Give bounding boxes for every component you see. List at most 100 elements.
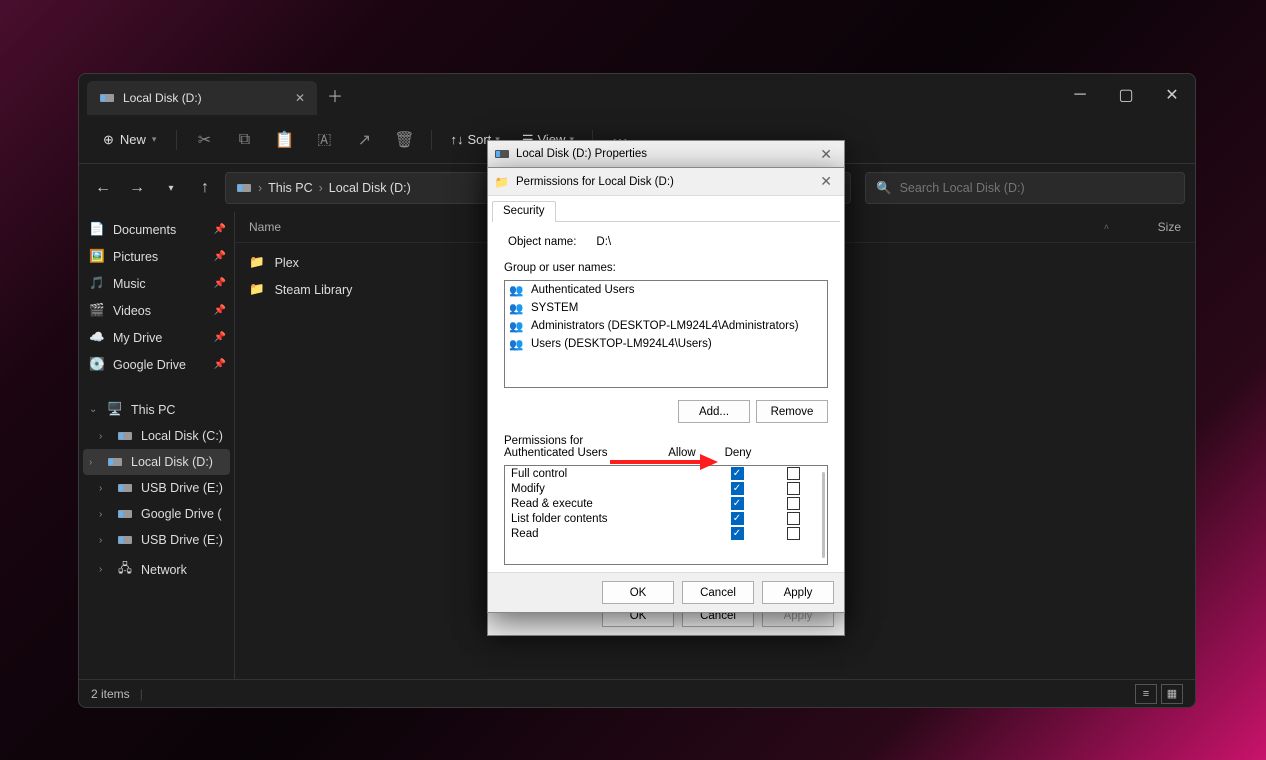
pin-icon: 📌 xyxy=(214,359,226,370)
tab-strip: Security xyxy=(488,196,844,221)
rename-button[interactable]: 🇦 xyxy=(307,124,341,156)
sidebar-item-googledrive[interactable]: 💽Google Drive📌 xyxy=(79,351,234,378)
status-text: 2 items xyxy=(91,687,130,701)
plus-circle-icon: ⊕ xyxy=(103,132,114,148)
tab-security[interactable]: Security xyxy=(492,201,556,222)
sidebar-item-thispc[interactable]: ⌄🖥️This PC xyxy=(79,396,234,423)
sort-asc-icon: ˄ xyxy=(1104,222,1109,232)
breadcrumb-drive[interactable]: Local Disk (D:) xyxy=(329,181,411,195)
permissions-title: Permissions for Local Disk (D:) xyxy=(516,176,674,188)
chevron-right-icon[interactable]: › xyxy=(99,535,109,546)
group-user-list[interactable]: 👥Authenticated Users 👥SYSTEM 👥Administra… xyxy=(504,280,828,388)
apply-button[interactable]: Apply xyxy=(762,581,834,604)
forward-button[interactable]: → xyxy=(123,174,151,202)
permission-row: Full control ✓ xyxy=(505,466,827,481)
chevron-right-icon[interactable]: › xyxy=(89,457,99,468)
ok-button[interactable]: OK xyxy=(602,581,674,604)
allow-checkbox-full-control[interactable]: ✓ xyxy=(731,467,744,480)
disk-icon xyxy=(107,458,123,466)
pin-icon: 📌 xyxy=(214,332,226,343)
group-item[interactable]: 👥Authenticated Users xyxy=(505,281,827,299)
column-size[interactable]: Size xyxy=(1121,220,1181,234)
sidebar-item-videos[interactable]: 🎬Videos📌 xyxy=(79,297,234,324)
new-tab-button[interactable]: ＋ xyxy=(327,83,343,107)
minimize-button[interactable]: ─ xyxy=(1057,77,1103,113)
search-input[interactable] xyxy=(900,181,1174,195)
back-button[interactable]: ← xyxy=(89,174,117,202)
copy-button[interactable]: ⧉ xyxy=(227,124,261,156)
sidebar-item-local-c[interactable]: ›Local Disk (C:) xyxy=(79,423,234,449)
close-icon[interactable]: ✕ xyxy=(814,146,838,163)
delete-button[interactable]: 🗑 xyxy=(387,124,421,156)
properties-title: Local Disk (D:) Properties xyxy=(516,148,647,160)
deny-checkbox-modify[interactable] xyxy=(787,482,800,495)
allow-checkbox-list-folder[interactable]: ✓ xyxy=(731,512,744,525)
sidebar-item-google-drive[interactable]: ›Google Drive ( xyxy=(79,501,234,527)
allow-checkbox-read[interactable]: ✓ xyxy=(731,527,744,540)
disk-icon xyxy=(117,510,133,518)
sort-icon: ↑↓ xyxy=(450,132,463,147)
maximize-button[interactable]: ▢ xyxy=(1103,77,1149,113)
disk-icon xyxy=(99,94,115,102)
chevron-right-icon[interactable]: › xyxy=(99,483,109,494)
up-button[interactable]: ↑ xyxy=(191,174,219,202)
group-item[interactable]: 👥Administrators (DESKTOP-LM924L4\Adminis… xyxy=(505,317,827,335)
group-item[interactable]: 👥SYSTEM xyxy=(505,299,827,317)
permission-row: Modify ✓ xyxy=(505,481,827,496)
explorer-tab[interactable]: Local Disk (D:) ✕ xyxy=(87,81,317,115)
music-icon: 🎵 xyxy=(89,276,105,291)
sidebar-item-usb-e2[interactable]: ›USB Drive (E:) xyxy=(79,527,234,553)
deny-checkbox-read-execute[interactable] xyxy=(787,497,800,510)
folder-icon: 📁 xyxy=(249,255,265,270)
sidebar-item-local-d[interactable]: ›Local Disk (D:) xyxy=(83,449,230,475)
cloud-icon: ☁️ xyxy=(89,330,105,345)
allow-checkbox-read-execute[interactable]: ✓ xyxy=(731,497,744,510)
close-tab-icon[interactable]: ✕ xyxy=(295,91,305,105)
deny-checkbox-read[interactable] xyxy=(787,527,800,540)
sidebar-item-network[interactable]: ›🖧Network xyxy=(79,553,234,586)
pc-icon: 🖥️ xyxy=(107,402,123,417)
close-window-button[interactable]: ✕ xyxy=(1149,77,1195,113)
sidebar-item-usb-e[interactable]: ›USB Drive (E:) xyxy=(79,475,234,501)
close-icon[interactable]: ✕ xyxy=(814,173,838,190)
tiles-view-button[interactable]: ▦ xyxy=(1161,684,1183,704)
cut-button[interactable]: ✂ xyxy=(187,124,221,156)
sidebar-item-mydrive[interactable]: ☁️My Drive📌 xyxy=(79,324,234,351)
tab-title: Local Disk (D:) xyxy=(123,91,202,105)
videos-icon: 🎬 xyxy=(89,303,105,318)
share-button[interactable]: ↗ xyxy=(347,124,381,156)
chevron-down-icon[interactable]: ⌄ xyxy=(89,404,99,415)
disk-icon xyxy=(117,484,133,492)
properties-title-bar[interactable]: Local Disk (D:) Properties ✕ xyxy=(488,141,844,168)
object-name-row: Object name: D:\ xyxy=(504,232,828,256)
deny-checkbox-list-folder[interactable] xyxy=(787,512,800,525)
chevron-right-icon[interactable]: › xyxy=(99,431,109,442)
sidebar-item-pictures[interactable]: 🖼️Pictures📌 xyxy=(79,243,234,270)
search-icon: 🔍 xyxy=(876,181,892,196)
permission-row: Read ✓ xyxy=(505,526,827,541)
permissions-list[interactable]: Full control ✓ Modify ✓ Read & execute ✓… xyxy=(504,465,828,565)
deny-checkbox-full-control[interactable] xyxy=(787,467,800,480)
remove-button[interactable]: Remove xyxy=(756,400,828,423)
permissions-title-bar[interactable]: 📁 Permissions for Local Disk (D:) ✕ xyxy=(488,168,844,196)
paste-button[interactable]: 📋 xyxy=(267,124,301,156)
chevron-right-icon[interactable]: › xyxy=(99,509,109,520)
group-item[interactable]: 👥Users (DESKTOP-LM924L4\Users) xyxy=(505,335,827,353)
add-button[interactable]: Add... xyxy=(678,400,750,423)
breadcrumb-thispc[interactable]: This PC xyxy=(268,181,312,195)
disk-icon xyxy=(494,150,510,158)
details-view-button[interactable]: ≡ xyxy=(1135,684,1157,704)
allow-checkbox-modify[interactable]: ✓ xyxy=(731,482,744,495)
sidebar-item-documents[interactable]: 📄Documents📌 xyxy=(79,216,234,243)
new-button[interactable]: ⊕ New ▾ xyxy=(93,126,166,154)
cancel-button[interactable]: Cancel xyxy=(682,581,754,604)
search-box[interactable]: 🔍 xyxy=(865,172,1185,204)
window-controls: ─ ▢ ✕ xyxy=(1057,77,1195,113)
chevron-right-icon[interactable]: › xyxy=(99,564,109,575)
recent-button[interactable]: ▾ xyxy=(157,174,185,202)
object-name-label: Object name: xyxy=(508,236,576,248)
disk-icon xyxy=(117,432,133,440)
disk-icon xyxy=(236,184,252,192)
drive-icon: 💽 xyxy=(89,357,105,372)
sidebar-item-music[interactable]: 🎵Music📌 xyxy=(79,270,234,297)
